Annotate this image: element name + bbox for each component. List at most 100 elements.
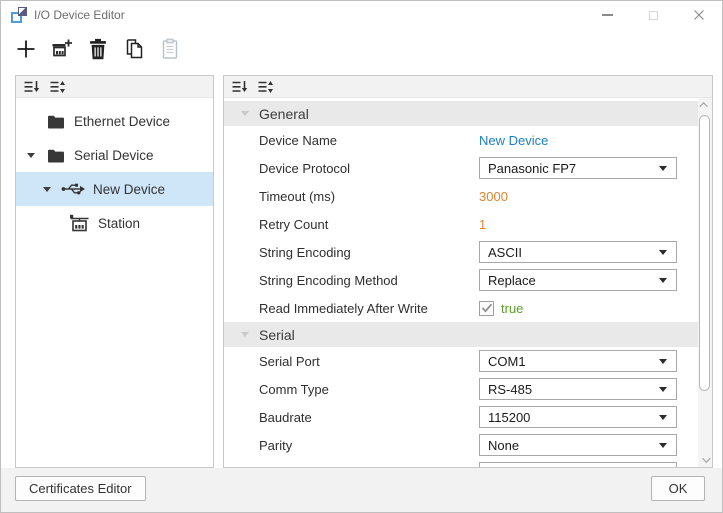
close-icon	[693, 9, 705, 21]
property-label: Device Name	[259, 133, 337, 148]
section-header-general[interactable]: General	[224, 101, 698, 126]
property-label: String Encoding Method	[259, 273, 398, 288]
property-row-data-bits: Data Bits 8	[224, 459, 698, 467]
chevron-down-icon	[659, 387, 667, 392]
copy-button[interactable]	[121, 35, 147, 63]
dropdown-value: 8	[488, 466, 495, 468]
string-encoding-method-dropdown[interactable]: Replace	[479, 269, 677, 291]
usb-device-icon	[61, 181, 86, 197]
property-row-baudrate: Baudrate 115200	[224, 403, 698, 431]
expand-all-icon[interactable]	[50, 80, 66, 94]
timeout-value[interactable]: 3000	[479, 189, 508, 204]
title-bar: I/O Device Editor	[1, 1, 722, 29]
scroll-up-button[interactable]	[698, 98, 712, 112]
property-panel: General Device Name New Device Device Pr…	[223, 75, 713, 468]
folder-icon	[47, 148, 65, 163]
retry-count-value[interactable]: 1	[479, 217, 486, 232]
copy-icon	[124, 38, 145, 60]
minimize-icon	[602, 14, 613, 16]
dropdown-value: Replace	[488, 273, 536, 288]
property-row-serial-port: Serial Port COM1	[224, 347, 698, 375]
scroll-down-button[interactable]	[698, 453, 712, 467]
collapse-all-icon[interactable]	[24, 80, 40, 94]
tree-item-ethernet-device[interactable]: Ethernet Device	[16, 104, 213, 138]
minimize-button[interactable]	[584, 1, 630, 29]
add-device-button[interactable]	[13, 35, 39, 63]
property-row-string-encoding: String Encoding ASCII	[224, 238, 698, 266]
delete-button[interactable]	[85, 35, 111, 63]
comm-type-dropdown[interactable]: RS-485	[479, 378, 677, 400]
paste-button[interactable]	[157, 35, 183, 63]
property-panel-header	[224, 76, 712, 98]
check-icon	[481, 303, 493, 313]
device-tree: Ethernet Device Serial Device	[16, 98, 213, 240]
property-row-string-encoding-method: String Encoding Method Replace	[224, 266, 698, 294]
property-row-retry-count: Retry Count 1	[224, 210, 698, 238]
property-label: Baudrate	[259, 410, 312, 425]
device-protocol-dropdown[interactable]: Panasonic FP7	[479, 157, 677, 179]
chevron-down-icon[interactable]	[27, 153, 35, 158]
dropdown-value: None	[488, 438, 519, 453]
data-bits-dropdown[interactable]: 8	[479, 462, 677, 467]
expand-all-icon[interactable]	[258, 80, 274, 94]
add-station-icon	[51, 38, 73, 60]
tree-item-serial-device[interactable]: Serial Device	[16, 138, 213, 172]
close-button[interactable]	[676, 1, 722, 29]
chevron-down-icon	[659, 415, 667, 420]
tree-item-label: Ethernet Device	[74, 114, 170, 129]
dropdown-value: Panasonic FP7	[488, 161, 576, 176]
read-immediately-value: true	[501, 301, 523, 316]
read-immediately-checkbox[interactable]	[479, 301, 494, 316]
chevron-down-icon[interactable]	[241, 332, 249, 337]
tree-item-station[interactable]: Station	[16, 206, 213, 240]
paste-icon	[160, 38, 180, 60]
dropdown-value: ASCII	[488, 245, 522, 260]
dropdown-value: 115200	[488, 410, 530, 425]
property-label: Serial Port	[259, 354, 320, 369]
property-row-timeout: Timeout (ms) 3000	[224, 182, 698, 210]
chevron-down-icon	[659, 166, 667, 171]
scrollbar-thumb[interactable]	[699, 115, 710, 391]
chevron-down-icon	[659, 278, 667, 283]
string-encoding-dropdown[interactable]: ASCII	[479, 241, 677, 263]
folder-icon	[47, 114, 65, 129]
property-label: Parity	[259, 438, 292, 453]
vertical-scrollbar[interactable]	[698, 98, 712, 467]
certificates-editor-button[interactable]: Certificates Editor	[15, 476, 146, 501]
tree-item-label: Serial Device	[74, 148, 154, 163]
device-name-value[interactable]: New Device	[479, 133, 548, 148]
io-device-editor-window: I/O Device Editor	[0, 0, 723, 513]
section-title: General	[259, 106, 309, 122]
property-row-comm-type: Comm Type RS-485	[224, 375, 698, 403]
baudrate-dropdown[interactable]: 115200	[479, 406, 677, 428]
delete-icon	[88, 38, 108, 60]
tree-panel-header	[16, 76, 213, 98]
serial-port-dropdown[interactable]: COM1	[479, 350, 677, 372]
parity-dropdown[interactable]: None	[479, 434, 677, 456]
collapse-all-icon[interactable]	[232, 80, 248, 94]
section-header-serial[interactable]: Serial	[224, 322, 698, 347]
add-device-icon	[15, 38, 37, 60]
footer-bar: Certificates Editor OK	[1, 468, 722, 513]
tree-item-label: New Device	[93, 182, 165, 197]
chevron-up-icon	[699, 102, 707, 110]
tree-item-new-device[interactable]: New Device	[16, 172, 213, 206]
device-tree-panel: Ethernet Device Serial Device	[15, 75, 214, 468]
property-row-device-protocol: Device Protocol Panasonic FP7	[224, 154, 698, 182]
maximize-icon	[649, 11, 658, 20]
property-row-parity: Parity None	[224, 431, 698, 459]
chevron-down-icon[interactable]	[43, 187, 51, 192]
property-label: Read Immediately After Write	[259, 301, 428, 316]
property-label: Device Protocol	[259, 161, 350, 176]
property-label: Data Bits	[259, 466, 312, 468]
chevron-down-icon	[659, 443, 667, 448]
chevron-down-icon[interactable]	[241, 111, 249, 116]
maximize-button[interactable]	[630, 1, 676, 29]
property-label: Comm Type	[259, 382, 329, 397]
ok-button[interactable]: OK	[651, 476, 705, 501]
property-label: Timeout (ms)	[259, 189, 335, 204]
dropdown-value: RS-485	[488, 382, 532, 397]
add-station-button[interactable]	[49, 35, 75, 63]
chevron-down-icon	[702, 454, 710, 462]
property-row-device-name: Device Name New Device	[224, 126, 698, 154]
